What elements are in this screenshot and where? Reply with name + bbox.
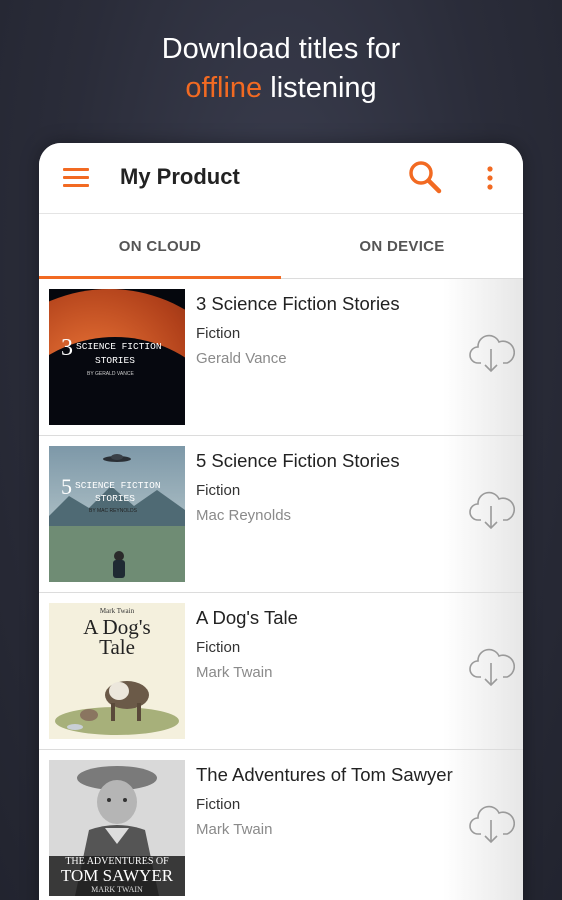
book-title: 5 Science Fiction Stories <box>196 450 400 471</box>
list-item[interactable]: 5 SCIENCE FICTION STORIES BY MAC REYNOLD… <box>39 436 523 593</box>
book-author: Mark Twain <box>196 664 273 681</box>
cloud-download-icon[interactable] <box>469 490 515 532</box>
promo-line-1: Download titles for <box>161 33 401 65</box>
cloud-download-icon[interactable] <box>469 333 515 375</box>
phone-screen: My Product ON CLOUD ON DEVICE 3 SCIENCE … <box>39 143 523 900</box>
cover-line-3: MARK TWAIN <box>91 885 143 894</box>
cover-line-2: TOM SAWYER <box>61 866 174 885</box>
cover-line-2: STORIES <box>95 493 135 504</box>
book-author: Gerald Vance <box>196 350 287 367</box>
search-icon[interactable] <box>407 159 443 195</box>
promo-headline: Download titles for offline listening <box>0 30 562 108</box>
cover-line-3: BY MAC REYNOLDS <box>89 508 138 514</box>
app-title: My Product <box>120 164 240 189</box>
book-author: Mark Twain <box>196 821 273 838</box>
cover-line-1: SCIENCE FICTION <box>76 341 162 352</box>
book-list: 3 SCIENCE FICTION STORIES BY GERALD VANC… <box>39 279 523 900</box>
promo-line-2-rest: listening <box>262 72 377 104</box>
tab-on-device[interactable]: ON DEVICE <box>281 214 523 278</box>
promo-accent-word: offline <box>185 72 263 104</box>
book-genre: Fiction <box>196 325 241 342</box>
cover-number: 3 <box>61 335 73 361</box>
more-vertical-icon[interactable] <box>479 165 501 191</box>
book-genre: Fiction <box>196 482 241 499</box>
book-genre: Fiction <box>196 796 241 813</box>
promo-line-2: offline listening <box>0 69 562 108</box>
tab-bar: ON CLOUD ON DEVICE <box>39 213 523 279</box>
book-cover: THE ADVENTURES OF TOM SAWYER MARK TWAIN <box>49 760 185 896</box>
app-bar: My Product <box>39 143 523 213</box>
cover-line-2: Tale <box>99 635 135 659</box>
book-title: The Adventures of Tom Sawyer <box>196 764 453 785</box>
cover-line-3: BY GERALD VANCE <box>87 371 134 377</box>
list-item[interactable]: Mark Twain A Dog's Tale A Dog's Tale Fic… <box>39 593 523 750</box>
book-title: 3 Science Fiction Stories <box>196 293 400 314</box>
list-item[interactable]: 3 SCIENCE FICTION STORIES BY GERALD VANC… <box>39 279 523 436</box>
tab-on-cloud[interactable]: ON CLOUD <box>39 214 281 279</box>
cover-line-1: SCIENCE FICTION <box>75 480 161 491</box>
list-item[interactable]: THE ADVENTURES OF TOM SAWYER MARK TWAIN … <box>39 750 523 900</box>
book-cover: 5 SCIENCE FICTION STORIES BY MAC REYNOLD… <box>49 446 185 582</box>
hamburger-menu-icon[interactable] <box>63 168 89 187</box>
book-cover: Mark Twain A Dog's Tale <box>49 603 185 739</box>
cover-number: 5 <box>61 474 72 499</box>
cloud-download-icon[interactable] <box>469 804 515 846</box>
book-genre: Fiction <box>196 639 241 656</box>
cloud-download-icon[interactable] <box>469 647 515 689</box>
book-title: A Dog's Tale <box>196 607 298 628</box>
book-author: Mac Reynolds <box>196 507 292 524</box>
book-cover: 3 SCIENCE FICTION STORIES BY GERALD VANC… <box>49 289 185 425</box>
cover-author: Mark Twain <box>100 607 135 615</box>
cover-line-2: STORIES <box>95 355 135 366</box>
